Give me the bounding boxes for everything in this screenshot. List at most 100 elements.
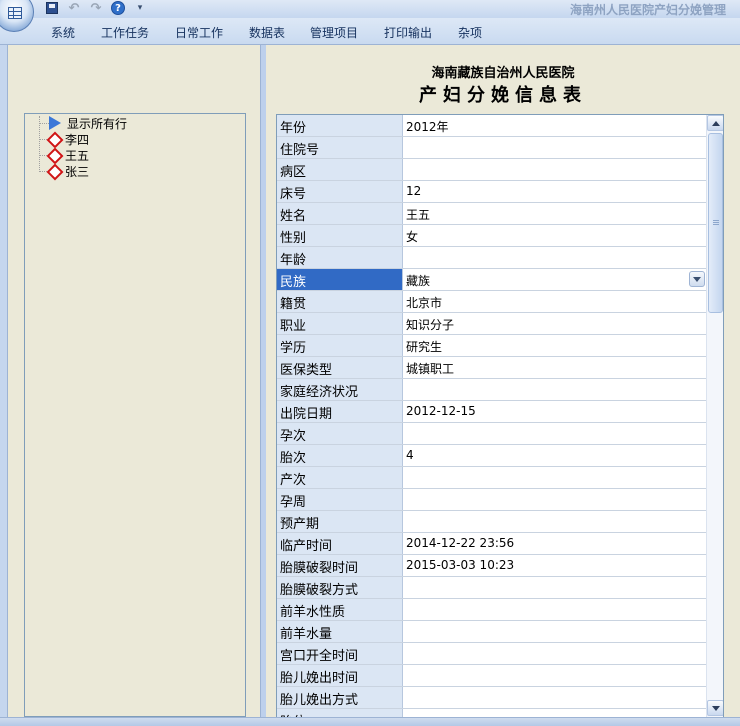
menu-management[interactable]: 管理项目 [310, 24, 358, 41]
table-row[interactable]: 职业 知识分子 [277, 313, 707, 335]
form-pane: 海南藏族自治州人民医院 产妇分娩信息表 年份 2012年 住院号 病区 床号 12 姓名 王五… [266, 45, 740, 718]
field-value[interactable] [403, 247, 707, 268]
field-label: 民族 [277, 269, 403, 290]
table-row[interactable]: 家庭经济状况 [277, 379, 707, 401]
patient-tree[interactable]: 显示所有行 李四 王五 张三 [24, 113, 246, 717]
field-value[interactable] [403, 379, 707, 400]
field-value[interactable] [403, 665, 707, 686]
field-label: 学历 [277, 335, 403, 356]
field-label: 产次 [277, 467, 403, 488]
save-icon [46, 2, 58, 14]
help-button[interactable]: ? [110, 1, 126, 15]
dropdown-button[interactable] [689, 271, 705, 287]
table-row[interactable]: 医保类型 城镇职工 [277, 357, 707, 379]
table-row[interactable]: 胎儿娩出时间 [277, 665, 707, 687]
field-label: 籍贯 [277, 291, 403, 312]
field-value[interactable] [403, 467, 707, 488]
menu-tasks[interactable]: 工作任务 [101, 24, 149, 41]
field-value[interactable]: 藏族 [403, 269, 707, 290]
redo-button[interactable]: ↷ [88, 1, 104, 16]
field-value[interactable] [403, 489, 707, 510]
field-value-text: 藏族 [406, 274, 431, 288]
menu-daily-work[interactable]: 日常工作 [175, 24, 223, 41]
undo-button[interactable]: ↶ [66, 1, 82, 16]
field-value[interactable]: 北京市 [403, 291, 707, 312]
field-value[interactable]: 2012-12-15 [403, 401, 707, 422]
table-row[interactable]: 前羊水性质 [277, 599, 707, 621]
field-value-text: 北京市 [406, 296, 443, 310]
field-label: 病区 [277, 159, 403, 180]
table-row[interactable]: 床号 12 [277, 181, 707, 203]
table-row[interactable]: 住院号 [277, 137, 707, 159]
table-row[interactable]: 年龄 [277, 247, 707, 269]
tree-item-label: 张三 [65, 164, 90, 179]
table-row[interactable]: 民族 藏族 [277, 269, 707, 291]
menu-print-output[interactable]: 打印输出 [384, 24, 432, 41]
field-label: 家庭经济状况 [277, 379, 403, 400]
menu-misc[interactable]: 杂项 [458, 24, 482, 41]
title-bar: ↶ ↷ ? ▾ 海南州人民医院产妇分娩管理 [0, 0, 740, 32]
field-value[interactable]: 王五 [403, 203, 707, 224]
field-value[interactable] [403, 423, 707, 444]
field-value[interactable]: 女 [403, 225, 707, 246]
table-row[interactable]: 预产期 [277, 511, 707, 533]
scroll-thumb[interactable] [708, 133, 723, 313]
field-value[interactable] [403, 643, 707, 664]
menu-bar: 系统 工作任务 日常工作 数据表 管理项目 打印输出 杂项 [0, 18, 740, 45]
field-label: 年份 [277, 115, 403, 136]
table-row[interactable]: 胎膜破裂时间 2015-03-03 10:23 [277, 555, 707, 577]
field-value-text: 城镇职工 [406, 362, 455, 376]
table-row[interactable]: 性别女 [277, 225, 707, 247]
table-row[interactable]: 前羊水量 [277, 621, 707, 643]
field-label: 预产期 [277, 511, 403, 532]
table-row[interactable]: 出院日期 2012-12-15 [277, 401, 707, 423]
field-value[interactable]: 2012年 [403, 115, 707, 136]
field-value[interactable] [403, 137, 707, 158]
tree-item-label: 王五 [65, 148, 90, 163]
field-value[interactable]: 12 [403, 181, 707, 202]
scroll-up-button[interactable] [707, 115, 723, 131]
help-icon: ? [111, 1, 125, 15]
field-value[interactable] [403, 599, 707, 620]
table-row[interactable]: 病区 [277, 159, 707, 181]
tree-item-patient[interactable]: 李四 [47, 131, 89, 147]
field-label: 年龄 [277, 247, 403, 268]
field-value[interactable]: 研究生 [403, 335, 707, 356]
field-value-text: 知识分子 [406, 318, 455, 332]
field-value[interactable]: 知识分子 [403, 313, 707, 334]
table-row[interactable]: 姓名 王五 [277, 203, 707, 225]
customize-qat-button[interactable]: ▾ [132, 1, 148, 15]
tree-item-show-all[interactable]: 显示所有行 [49, 115, 127, 131]
field-label: 孕次 [277, 423, 403, 444]
field-value[interactable]: 2015-03-03 10:23 [403, 555, 707, 576]
field-value[interactable] [403, 511, 707, 532]
field-value[interactable] [403, 159, 707, 180]
table-row[interactable]: 年份 2012年 [277, 115, 707, 137]
field-value[interactable]: 2014-12-22 23:56 [403, 533, 707, 554]
save-button[interactable] [44, 1, 60, 15]
table-row[interactable]: 宫口开全时间 [277, 643, 707, 665]
field-value[interactable]: 4 [403, 445, 707, 466]
tree-item-patient[interactable]: 王五 [47, 147, 89, 163]
scroll-down-button[interactable] [707, 700, 723, 716]
table-row[interactable]: 胎膜破裂方式 [277, 577, 707, 599]
table-row[interactable]: 临产时间 2014-12-22 23:56 [277, 533, 707, 555]
table-row[interactable]: 胎次 4 [277, 445, 707, 467]
table-row[interactable]: 产次 [277, 467, 707, 489]
menu-data-tables[interactable]: 数据表 [249, 24, 285, 41]
field-value-text: 王五 [406, 208, 431, 222]
vertical-scrollbar[interactable] [706, 115, 723, 717]
table-icon [8, 7, 22, 19]
table-row[interactable]: 孕次 [277, 423, 707, 445]
tree-item-patient[interactable]: 张三 [47, 163, 89, 179]
table-row[interactable]: 学历 研究生 [277, 335, 707, 357]
menu-system[interactable]: 系统 [51, 24, 75, 41]
table-row[interactable]: 胎儿娩出方式 [277, 687, 707, 709]
field-value[interactable] [403, 621, 707, 642]
field-value[interactable]: 城镇职工 [403, 357, 707, 378]
field-value[interactable] [403, 687, 707, 708]
table-row[interactable]: 孕周 [277, 489, 707, 511]
field-label: 胎儿娩出时间 [277, 665, 403, 686]
field-value[interactable] [403, 577, 707, 598]
table-row[interactable]: 籍贯 北京市 [277, 291, 707, 313]
